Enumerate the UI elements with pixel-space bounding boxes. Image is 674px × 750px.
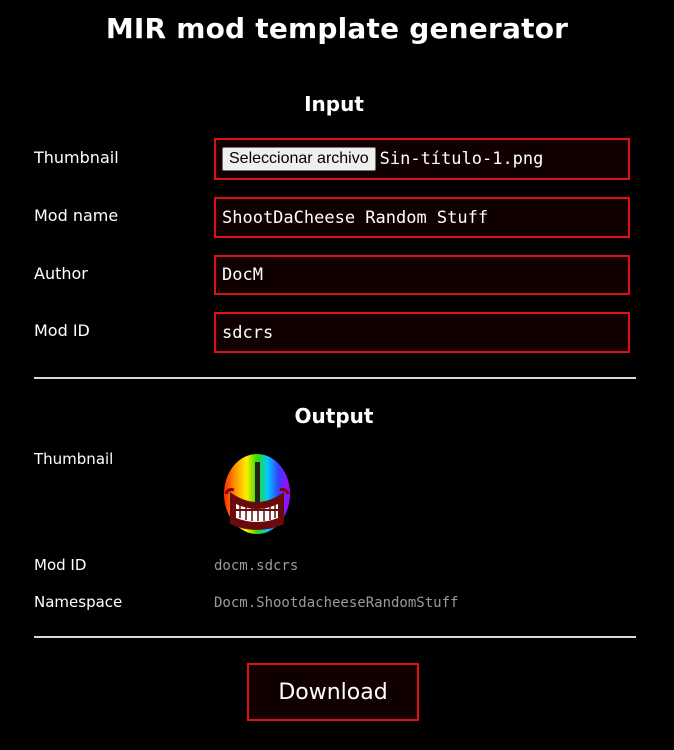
output-heading: Output [294,404,374,428]
section-divider [34,377,636,379]
thumbnail-input-label: Thumbnail [34,148,119,167]
page-title: MIR mod template generator [105,12,569,45]
section-divider [34,636,636,638]
author-label: Author [34,264,88,283]
thumbnail-file-input[interactable]: Seleccionar archivo Sin-título-1.png [214,138,630,180]
thumbnail-preview-image [224,454,290,534]
namespace-label: Namespace [34,593,123,611]
choose-file-button[interactable]: Seleccionar archivo [222,147,376,171]
mod-id-label: Mod ID [34,321,90,340]
output-mod-id-value: docm.sdcrs [214,558,299,574]
author-field[interactable]: DocM [214,255,630,295]
input-heading: Input [304,92,364,116]
page: MIR mod template generator Input Thumbna… [0,0,674,750]
mod-id-field[interactable]: sdcrs [214,312,630,353]
download-button[interactable]: Download [247,663,419,721]
namespace-value: Docm.ShootdacheeseRandomStuff [214,595,459,611]
selected-file-name: Sin-título-1.png [379,149,544,169]
output-mod-id-label: Mod ID [34,556,87,574]
mod-name-field[interactable]: ShootDaCheese Random Stuff [214,197,630,238]
thumbnail-output-label: Thumbnail [34,450,114,468]
mod-name-label: Mod name [34,206,119,225]
